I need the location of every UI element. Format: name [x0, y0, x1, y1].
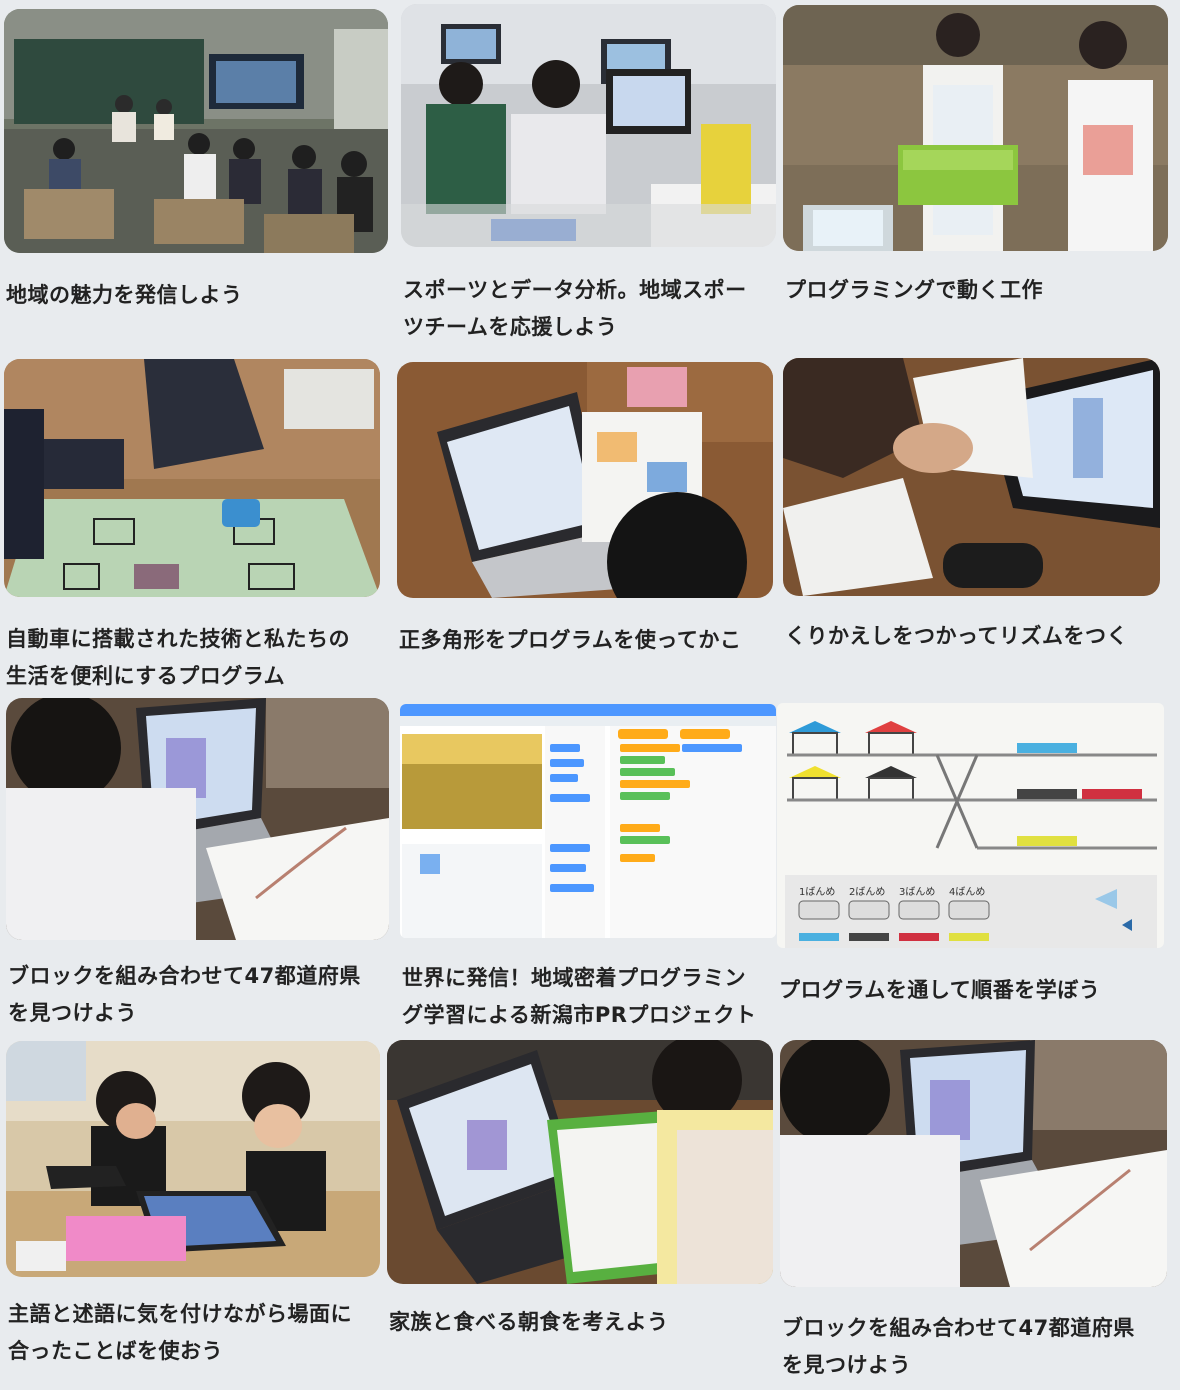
student-laptop-scratch-photo [397, 362, 773, 598]
lesson-title: プログラミングで動く工作 [785, 278, 1043, 302]
order-label: 3ばんめ [899, 886, 935, 898]
lesson-title: ブロックを組み合わせて47都道府県 を見つけよう [8, 964, 361, 1025]
order-label: 1ばんめ [799, 886, 835, 898]
lesson-title: スポーツとデータ分析。地域スポー ツチームを応援しよう [403, 278, 747, 339]
classroom-presentation-photo [4, 9, 388, 253]
lesson-title: 世界に発信！地域密着プログラミン グ学習による新潟市PRプロジェクト [402, 966, 757, 1027]
lesson-title: くりかえしをつかってリズムをつく [785, 624, 1128, 648]
train-station-app-screenshot: 1ばんめ 2ばんめ 3ばんめ 4ばんめ [777, 703, 1164, 948]
lesson-title: 家族と食べる朝食を考えよう [389, 1310, 669, 1334]
tablet-rhythm-cards-photo [783, 358, 1160, 596]
lesson-title: プログラムを通して順番を学ぼう [779, 978, 1101, 1002]
student-map-laptop-photo-2 [780, 1040, 1167, 1287]
student-map-laptop-photo [6, 698, 389, 940]
robot-car-mat-photo [4, 359, 380, 597]
kids-tablets-photo [6, 1041, 380, 1277]
lesson-title: 正多角形をプログラムを使ってかこ [399, 628, 742, 652]
scratch-editor-screenshot [400, 704, 776, 938]
lesson-title: ブロックを組み合わせて47都道府県 を見つけよう [782, 1316, 1135, 1377]
lesson-title: 主語と述語に気を付けながら場面に 合ったことばを使おう [8, 1302, 352, 1363]
order-label: 2ばんめ [849, 886, 885, 898]
students-laptops-photo [401, 4, 776, 247]
kids-craft-photo [783, 5, 1168, 251]
student-worksheet-laptop-photo [387, 1040, 773, 1284]
lesson-title: 地域の魅力を発信しよう [6, 283, 243, 307]
lesson-title: 自動車に搭載された技術と私たちの 生活を便利にするプログラム [6, 627, 350, 688]
order-label: 4ばんめ [949, 886, 985, 898]
